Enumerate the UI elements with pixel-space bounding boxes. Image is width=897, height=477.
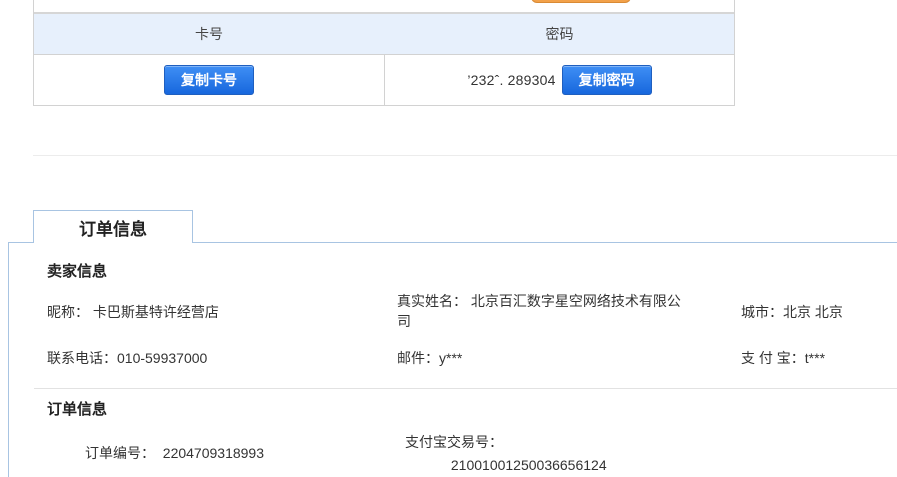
seller-alipay: 支 付 宝：t***: [741, 350, 826, 366]
card-table-header: 卡号 密码: [34, 14, 734, 55]
header-password: 密码: [545, 26, 574, 42]
password-value: ’232ˆ. 289304: [467, 72, 556, 88]
alipay-trade-number-label: 支付宝交易号：: [405, 434, 503, 450]
card-info-table: 卡号 密码 复制卡号 ’232ˆ. 289304 复制密码: [33, 0, 735, 106]
seller-email: 邮件：y***: [397, 350, 463, 366]
seller-info-title: 卖家信息: [47, 263, 108, 280]
order-info-title: 订单信息: [47, 401, 108, 418]
alipay-trade-number-value: 21001001250036656124: [447, 457, 607, 473]
copy-password-button[interactable]: 复制密码: [561, 65, 652, 95]
row-divider: [34, 388, 897, 389]
section-divider: [33, 155, 897, 156]
tab-order-info-label: 订单信息: [79, 219, 147, 239]
seller-real-name: 真实姓名： 北京百汇数字星空网络技术有限公 司: [397, 293, 681, 329]
tab-order-info[interactable]: 订单信息: [33, 210, 193, 243]
seller-city: 城市：北京 北京: [741, 304, 843, 320]
copy-card-number-button[interactable]: 复制卡号: [164, 65, 254, 95]
header-card-number: 卡号: [195, 26, 223, 42]
top-border: [34, 0, 734, 14]
seller-nickname: 昵称： 卡巴斯基特许经营店: [47, 304, 219, 320]
orange-button-edge[interactable]: [531, 0, 631, 3]
seller-phone: 联系电话：010-59937000: [47, 350, 208, 366]
card-table-row: 复制卡号 ’232ˆ. 289304 复制密码: [34, 55, 734, 105]
order-number: 订单编号： 2204709318993: [85, 445, 264, 461]
